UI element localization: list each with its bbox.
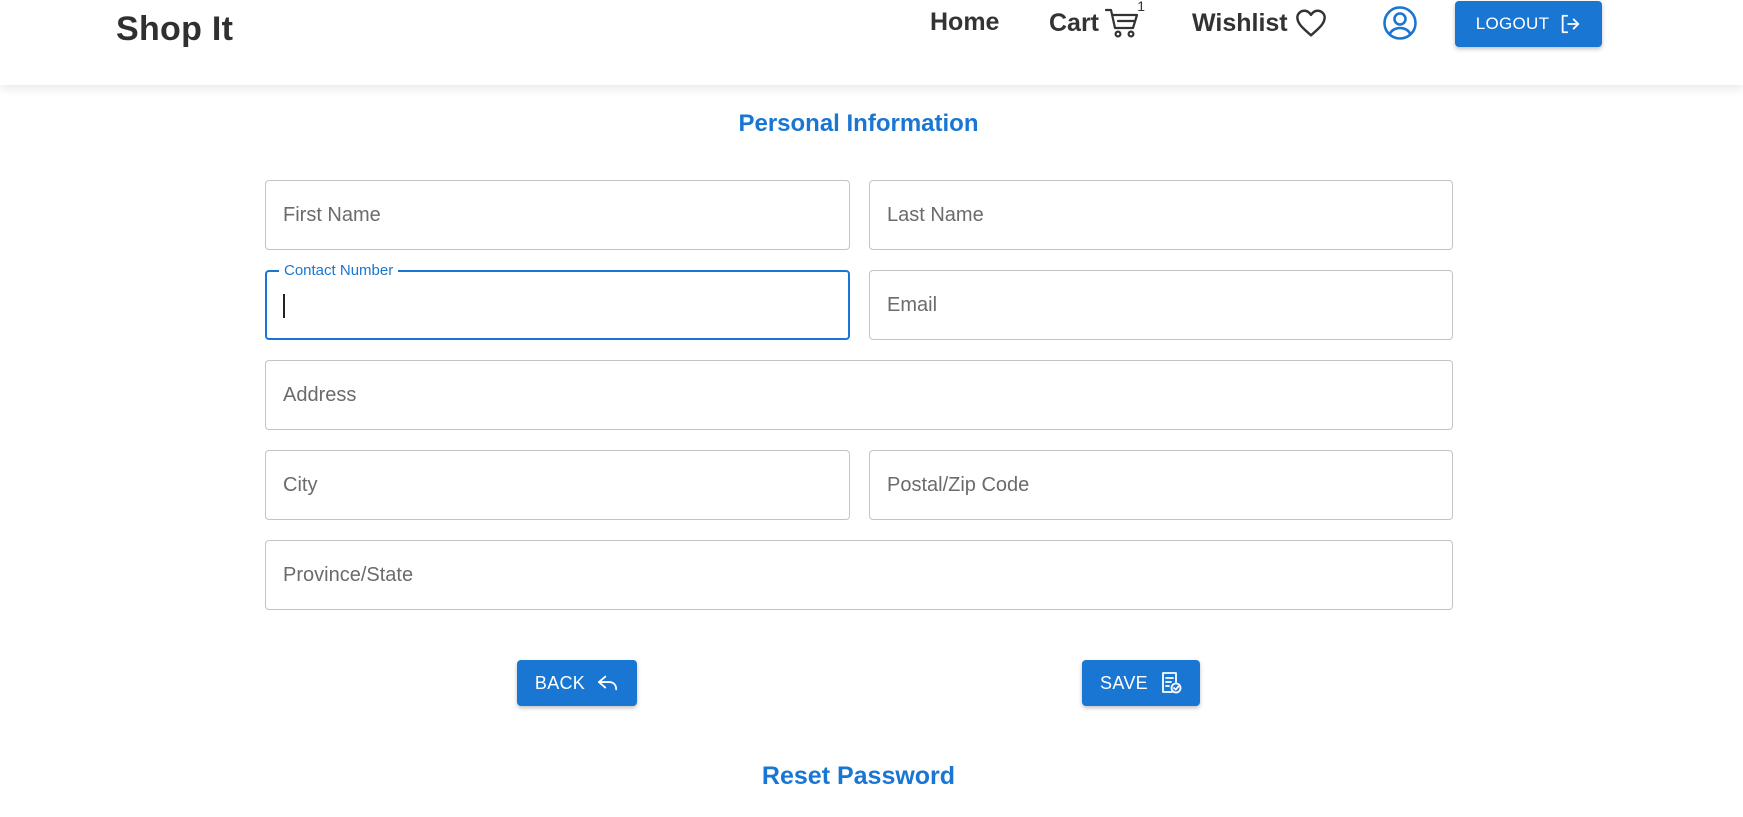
save-document-icon: [1162, 672, 1182, 694]
personal-info-title: Personal Information: [738, 110, 979, 137]
nav-wishlist-link[interactable]: Wishlist: [1192, 8, 1328, 38]
reset-password-link[interactable]: Reset Password: [0, 762, 1717, 791]
nav-home-link[interactable]: Home: [930, 8, 999, 37]
postal-code-field[interactable]: [869, 450, 1453, 520]
address-input[interactable]: [266, 361, 1452, 429]
logout-icon: [1562, 14, 1580, 34]
last-name-field[interactable]: [869, 180, 1453, 250]
back-button[interactable]: BACK: [517, 660, 637, 706]
cart-count-badge: 1: [1137, 0, 1146, 14]
province-field[interactable]: [265, 540, 1453, 610]
city-input[interactable]: [266, 451, 849, 519]
brand-logo[interactable]: Shop It: [116, 10, 233, 49]
logout-label: LOGOUT: [1475, 14, 1550, 33]
account-circle-icon[interactable]: [1382, 5, 1418, 41]
text-caret: [283, 294, 285, 318]
contact-number-field[interactable]: Contact Number: [265, 262, 850, 340]
nav-wishlist-label: Wishlist: [1192, 8, 1288, 37]
save-button[interactable]: SAVE: [1082, 660, 1200, 706]
email-field[interactable]: [869, 270, 1453, 340]
nav-cart-link[interactable]: Cart 1: [1049, 0, 1145, 38]
address-field[interactable]: [265, 360, 1453, 430]
reply-icon: [598, 675, 618, 691]
province-input[interactable]: [266, 541, 1452, 609]
contact-number-label: Contact Number: [279, 262, 399, 279]
cart-icon: 1: [1105, 0, 1145, 38]
heart-icon: [1294, 8, 1328, 38]
nav-cart-label: Cart: [1049, 8, 1100, 37]
last-name-input[interactable]: [870, 181, 1452, 249]
postal-code-input[interactable]: [870, 451, 1452, 519]
app-header: Shop It Home Cart 1 Wishlist LOGOUT: [0, 0, 1743, 85]
save-label: SAVE: [1100, 672, 1148, 693]
first-name-input[interactable]: [266, 181, 849, 249]
city-field[interactable]: [265, 450, 850, 520]
nav-home-label: Home: [930, 8, 1000, 36]
logout-button[interactable]: LOGOUT: [1455, 1, 1602, 47]
email-input[interactable]: [870, 271, 1452, 339]
back-label: BACK: [534, 672, 586, 693]
first-name-field[interactable]: [265, 180, 850, 250]
